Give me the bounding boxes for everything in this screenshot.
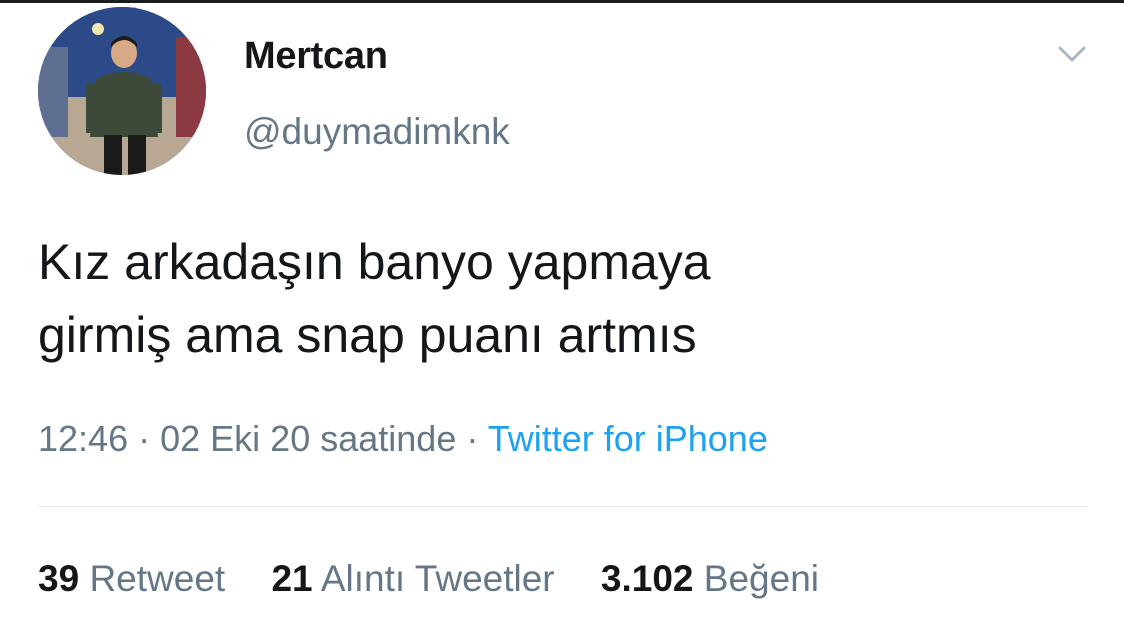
meta-separator-2: ·: [466, 418, 479, 459]
avatar[interactable]: [38, 7, 206, 175]
likes-stat[interactable]: 3.102 Beğeni: [601, 556, 819, 602]
tweet-time[interactable]: 12:46: [38, 418, 128, 459]
likes-count: 3.102: [600, 558, 694, 599]
meta-separator: ·: [138, 418, 151, 459]
retweets-count: 39: [38, 558, 80, 599]
user-handle[interactable]: @duymadimknk: [244, 110, 510, 154]
tweet-text-line-2: girmiş ama snap puanı artmıs: [38, 307, 697, 363]
tweet-source-link[interactable]: Twitter for iPhone: [488, 418, 768, 459]
likes-label: Beğeni: [703, 558, 819, 599]
chevron-down-icon[interactable]: [1052, 36, 1092, 72]
quotes-count: 21: [271, 558, 313, 599]
avatar-photo: [38, 7, 206, 175]
tweet-text-line-1: Kız arkadaşın banyo yapmaya: [38, 234, 711, 290]
tweet-text: Kız arkadaşın banyo yapmaya girmiş ama s…: [38, 226, 1078, 372]
display-name[interactable]: Mertcan: [244, 34, 388, 78]
tweet-meta: 12:46 · 02 Eki 20 saatinde · Twitter for…: [38, 416, 768, 462]
quotes-label: Alıntı Tweetler: [320, 558, 555, 599]
tweet-card: Mertcan @duymadimknk Kız arkadaşın banyo…: [0, 0, 1124, 630]
retweets-label: Retweet: [89, 558, 226, 599]
tweet-date[interactable]: 02 Eki 20 saatinde: [160, 418, 456, 459]
divider: [38, 506, 1088, 507]
quotes-stat[interactable]: 21 Alıntı Tweetler: [271, 556, 554, 602]
retweets-stat[interactable]: 39 Retweet: [38, 556, 225, 602]
tweet-stats: 39 Retweet 21 Alıntı Tweetler 3.102 Beğe…: [38, 556, 855, 602]
